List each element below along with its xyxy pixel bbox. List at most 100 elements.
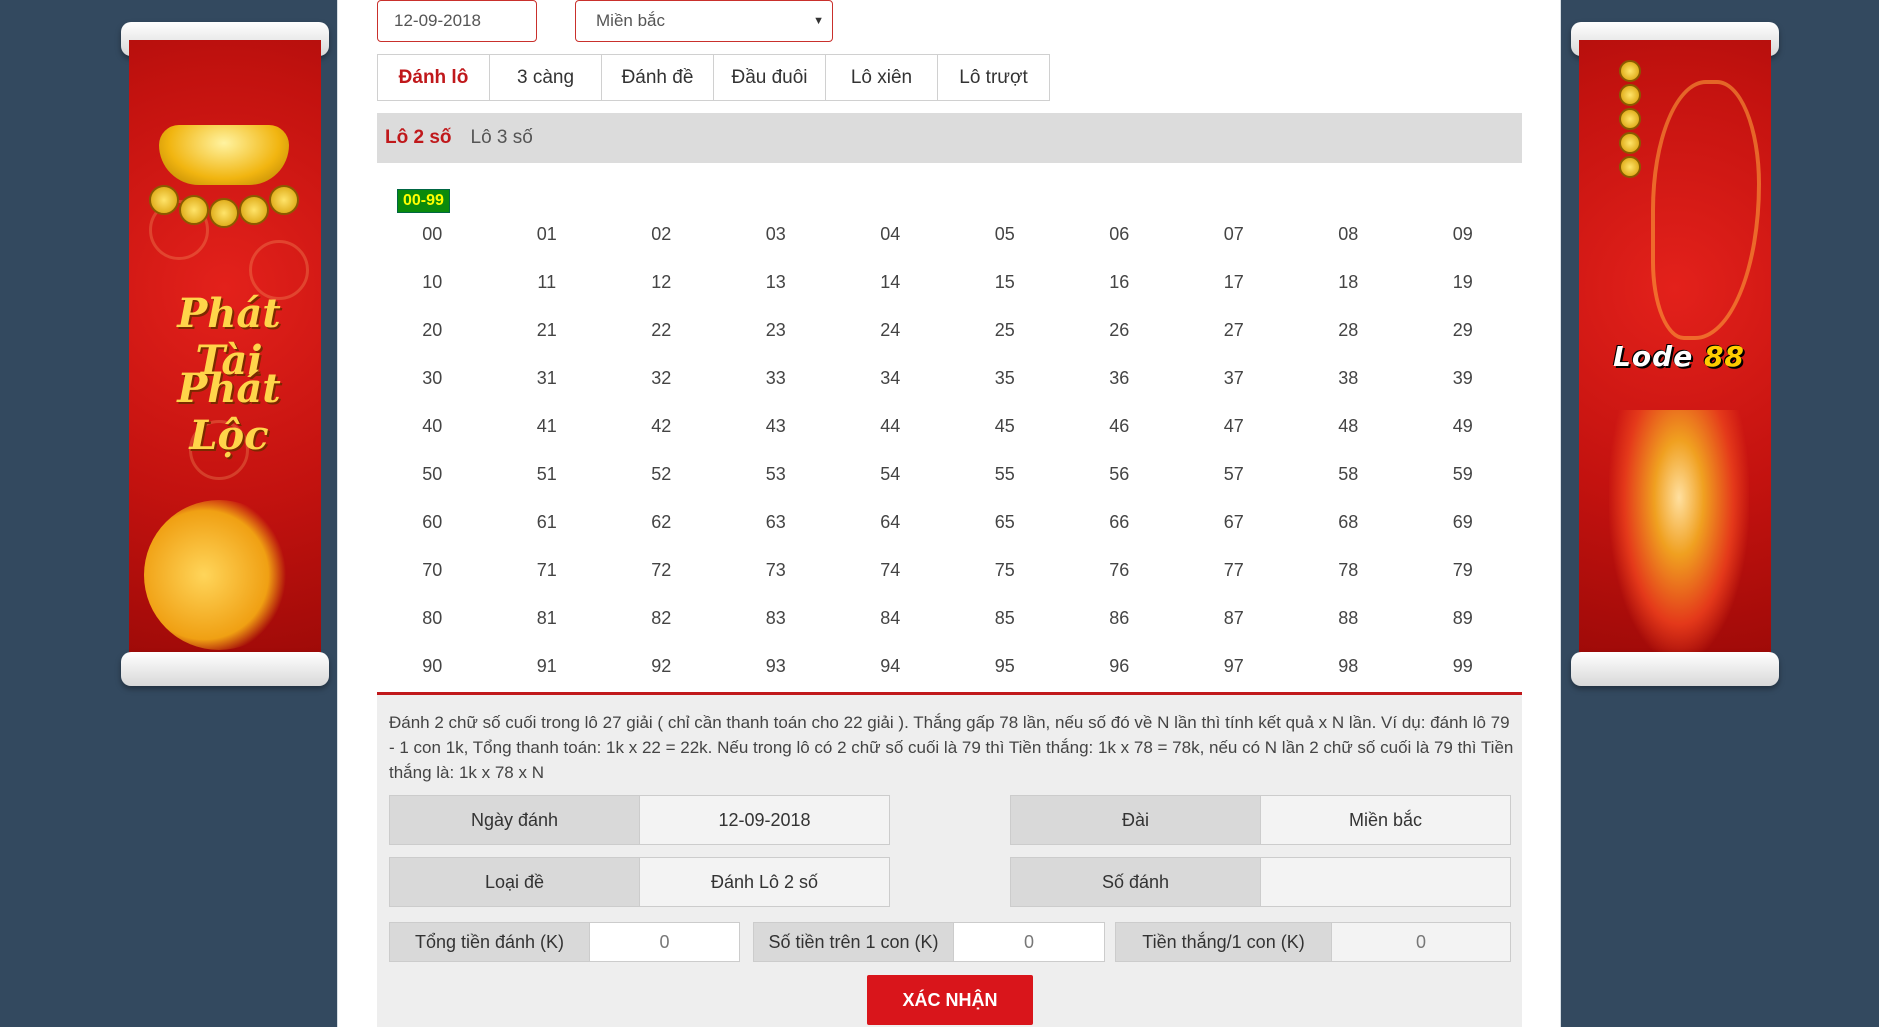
number-cell[interactable]: 02 [606, 224, 721, 245]
number-cell[interactable]: 19 [1408, 272, 1523, 293]
number-cell[interactable]: 76 [1064, 560, 1179, 581]
number-cell[interactable]: 15 [950, 272, 1065, 293]
number-cell[interactable]: 23 [721, 320, 836, 341]
number-cell[interactable]: 71 [492, 560, 607, 581]
right-promo-banner[interactable]: Lode 88 [1571, 22, 1779, 686]
number-cell[interactable]: 88 [1293, 608, 1408, 629]
region-select[interactable]: Miền bắc ▼ [575, 0, 833, 42]
number-cell[interactable]: 73 [721, 560, 836, 581]
number-cell[interactable]: 35 [950, 368, 1065, 389]
number-cell[interactable]: 01 [492, 224, 607, 245]
number-cell[interactable]: 14 [835, 272, 950, 293]
number-cell[interactable]: 72 [606, 560, 721, 581]
number-cell[interactable]: 03 [721, 224, 836, 245]
number-cell[interactable]: 10 [377, 272, 492, 293]
number-cell[interactable]: 04 [835, 224, 950, 245]
per-number-field[interactable]: 0 [954, 923, 1104, 961]
number-cell[interactable]: 56 [1064, 464, 1179, 485]
number-cell[interactable]: 36 [1064, 368, 1179, 389]
tab-lo-xien[interactable]: Lô xiên [825, 54, 938, 101]
number-cell[interactable]: 82 [606, 608, 721, 629]
number-cell[interactable]: 42 [606, 416, 721, 437]
tab-danh-de[interactable]: Đánh đề [601, 54, 714, 101]
left-promo-banner[interactable]: Phát Tài Phát Lộc [121, 22, 329, 686]
number-cell[interactable]: 58 [1293, 464, 1408, 485]
number-cell[interactable]: 48 [1293, 416, 1408, 437]
number-cell[interactable]: 68 [1293, 512, 1408, 533]
number-cell[interactable]: 31 [492, 368, 607, 389]
number-cell[interactable]: 44 [835, 416, 950, 437]
number-cell[interactable]: 80 [377, 608, 492, 629]
number-cell[interactable]: 06 [1064, 224, 1179, 245]
number-cell[interactable]: 29 [1408, 320, 1523, 341]
number-cell[interactable]: 41 [492, 416, 607, 437]
number-cell[interactable]: 87 [1179, 608, 1294, 629]
number-cell[interactable]: 37 [1179, 368, 1294, 389]
number-cell[interactable]: 22 [606, 320, 721, 341]
number-cell[interactable]: 89 [1408, 608, 1523, 629]
number-cell[interactable]: 79 [1408, 560, 1523, 581]
number-cell[interactable]: 39 [1408, 368, 1523, 389]
number-cell[interactable]: 50 [377, 464, 492, 485]
tab-3-cang[interactable]: 3 càng [489, 54, 602, 101]
subtab-lo-3-so[interactable]: Lô 3 số [471, 127, 533, 149]
number-cell[interactable]: 98 [1293, 656, 1408, 677]
number-cell[interactable]: 00 [377, 224, 492, 245]
number-cell[interactable]: 26 [1064, 320, 1179, 341]
number-cell[interactable]: 11 [492, 272, 607, 293]
number-cell[interactable]: 51 [492, 464, 607, 485]
number-cell[interactable]: 30 [377, 368, 492, 389]
number-cell[interactable]: 84 [835, 608, 950, 629]
number-cell[interactable]: 94 [835, 656, 950, 677]
number-cell[interactable]: 81 [492, 608, 607, 629]
number-cell[interactable]: 34 [835, 368, 950, 389]
number-cell[interactable]: 16 [1064, 272, 1179, 293]
total-amount-field[interactable]: 0 [590, 923, 739, 961]
number-cell[interactable]: 92 [606, 656, 721, 677]
number-cell[interactable]: 66 [1064, 512, 1179, 533]
number-cell[interactable]: 52 [606, 464, 721, 485]
number-cell[interactable]: 57 [1179, 464, 1294, 485]
number-cell[interactable]: 69 [1408, 512, 1523, 533]
number-cell[interactable]: 54 [835, 464, 950, 485]
number-cell[interactable]: 49 [1408, 416, 1523, 437]
number-cell[interactable]: 55 [950, 464, 1065, 485]
number-cell[interactable]: 12 [606, 272, 721, 293]
number-cell[interactable]: 43 [721, 416, 836, 437]
number-cell[interactable]: 60 [377, 512, 492, 533]
number-cell[interactable]: 13 [721, 272, 836, 293]
number-cell[interactable]: 85 [950, 608, 1065, 629]
number-cell[interactable]: 75 [950, 560, 1065, 581]
number-cell[interactable]: 78 [1293, 560, 1408, 581]
number-cell[interactable]: 74 [835, 560, 950, 581]
number-cell[interactable]: 63 [721, 512, 836, 533]
number-cell[interactable]: 40 [377, 416, 492, 437]
tab-dau-duoi[interactable]: Đầu đuôi [713, 54, 826, 101]
number-cell[interactable]: 64 [835, 512, 950, 533]
number-cell[interactable]: 09 [1408, 224, 1523, 245]
number-cell[interactable]: 08 [1293, 224, 1408, 245]
date-picker[interactable]: 12-09-2018 [377, 0, 537, 42]
tab-lo-truot[interactable]: Lô trượt [937, 54, 1050, 101]
number-cell[interactable]: 25 [950, 320, 1065, 341]
number-cell[interactable]: 65 [950, 512, 1065, 533]
number-cell[interactable]: 33 [721, 368, 836, 389]
confirm-button[interactable]: XÁC NHẬN [867, 975, 1033, 1025]
number-cell[interactable]: 27 [1179, 320, 1294, 341]
number-cell[interactable]: 24 [835, 320, 950, 341]
number-cell[interactable]: 18 [1293, 272, 1408, 293]
number-cell[interactable]: 70 [377, 560, 492, 581]
number-cell[interactable]: 83 [721, 608, 836, 629]
number-cell[interactable]: 46 [1064, 416, 1179, 437]
number-cell[interactable]: 38 [1293, 368, 1408, 389]
number-cell[interactable]: 77 [1179, 560, 1294, 581]
number-cell[interactable]: 62 [606, 512, 721, 533]
number-cell[interactable]: 32 [606, 368, 721, 389]
number-cell[interactable]: 97 [1179, 656, 1294, 677]
number-cell[interactable]: 20 [377, 320, 492, 341]
number-cell[interactable]: 07 [1179, 224, 1294, 245]
number-cell[interactable]: 28 [1293, 320, 1408, 341]
tab-danh-lo[interactable]: Đánh lô [377, 54, 490, 101]
number-cell[interactable]: 59 [1408, 464, 1523, 485]
number-cell[interactable]: 17 [1179, 272, 1294, 293]
